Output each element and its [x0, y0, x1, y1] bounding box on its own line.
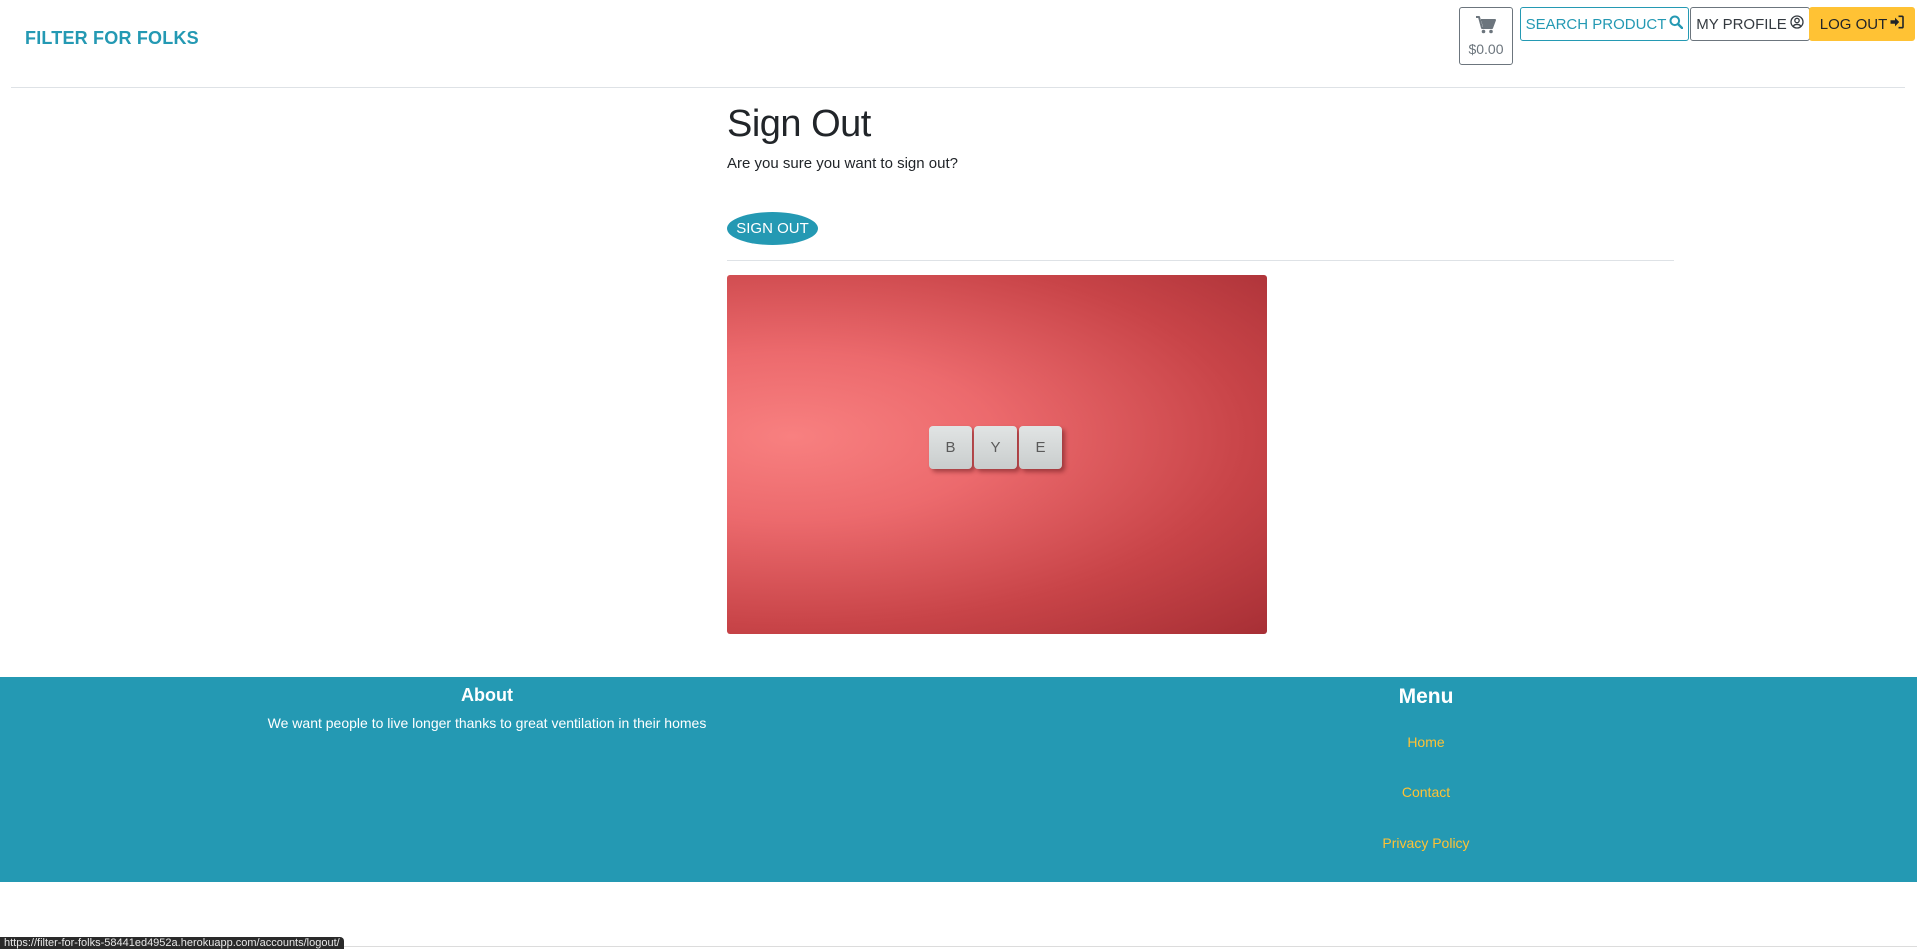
- signout-confirmation-text: Are you sure you want to sign out?: [727, 155, 958, 172]
- sign-in-icon: [1887, 15, 1905, 33]
- cart-button[interactable]: $0.00: [1459, 7, 1513, 65]
- search-icon: [1666, 15, 1684, 33]
- brand-logo-link[interactable]: FILTER FOR FOLKS: [25, 28, 199, 49]
- footer-link-home[interactable]: Home: [1407, 734, 1444, 750]
- footer-link-privacy-policy[interactable]: Privacy Policy: [1382, 835, 1469, 851]
- search-product-label: SEARCH PRODUCT: [1525, 15, 1667, 33]
- search-product-button[interactable]: SEARCH PRODUCT: [1520, 7, 1689, 41]
- cart-icon: [1476, 15, 1496, 39]
- footer: About We want people to live longer than…: [0, 677, 1917, 882]
- footer-menu-title: Menu: [1398, 685, 1454, 708]
- letter-tile: Y: [974, 426, 1017, 469]
- cart-total: $0.00: [1468, 40, 1504, 57]
- footer-about-title: About: [461, 685, 513, 705]
- letter-tile: E: [1019, 426, 1062, 469]
- page-title: Sign Out: [727, 103, 871, 145]
- bye-image: B Y E: [727, 275, 1267, 634]
- my-profile-button[interactable]: MY PROFILE: [1690, 7, 1810, 41]
- log-out-label: LOG OUT: [1819, 15, 1888, 33]
- navbar: FILTER FOR FOLKS $0.00 SEARCH PRODUCT MY…: [11, 0, 1915, 88]
- letter-tiles: B Y E: [929, 426, 1062, 469]
- footer-about-text: We want people to live longer thanks to …: [267, 715, 707, 731]
- sign-out-button[interactable]: SIGN OUT: [727, 212, 818, 245]
- browser-status-url: https://filter-for-folks-58441ed4952a.he…: [0, 937, 344, 949]
- letter-tile: B: [929, 426, 972, 469]
- user-circle-icon: [1787, 15, 1804, 33]
- my-profile-label: MY PROFILE: [1696, 15, 1787, 33]
- footer-link-contact[interactable]: Contact: [1402, 784, 1450, 800]
- content-divider: [727, 260, 1674, 261]
- log-out-button[interactable]: LOG OUT: [1809, 7, 1915, 41]
